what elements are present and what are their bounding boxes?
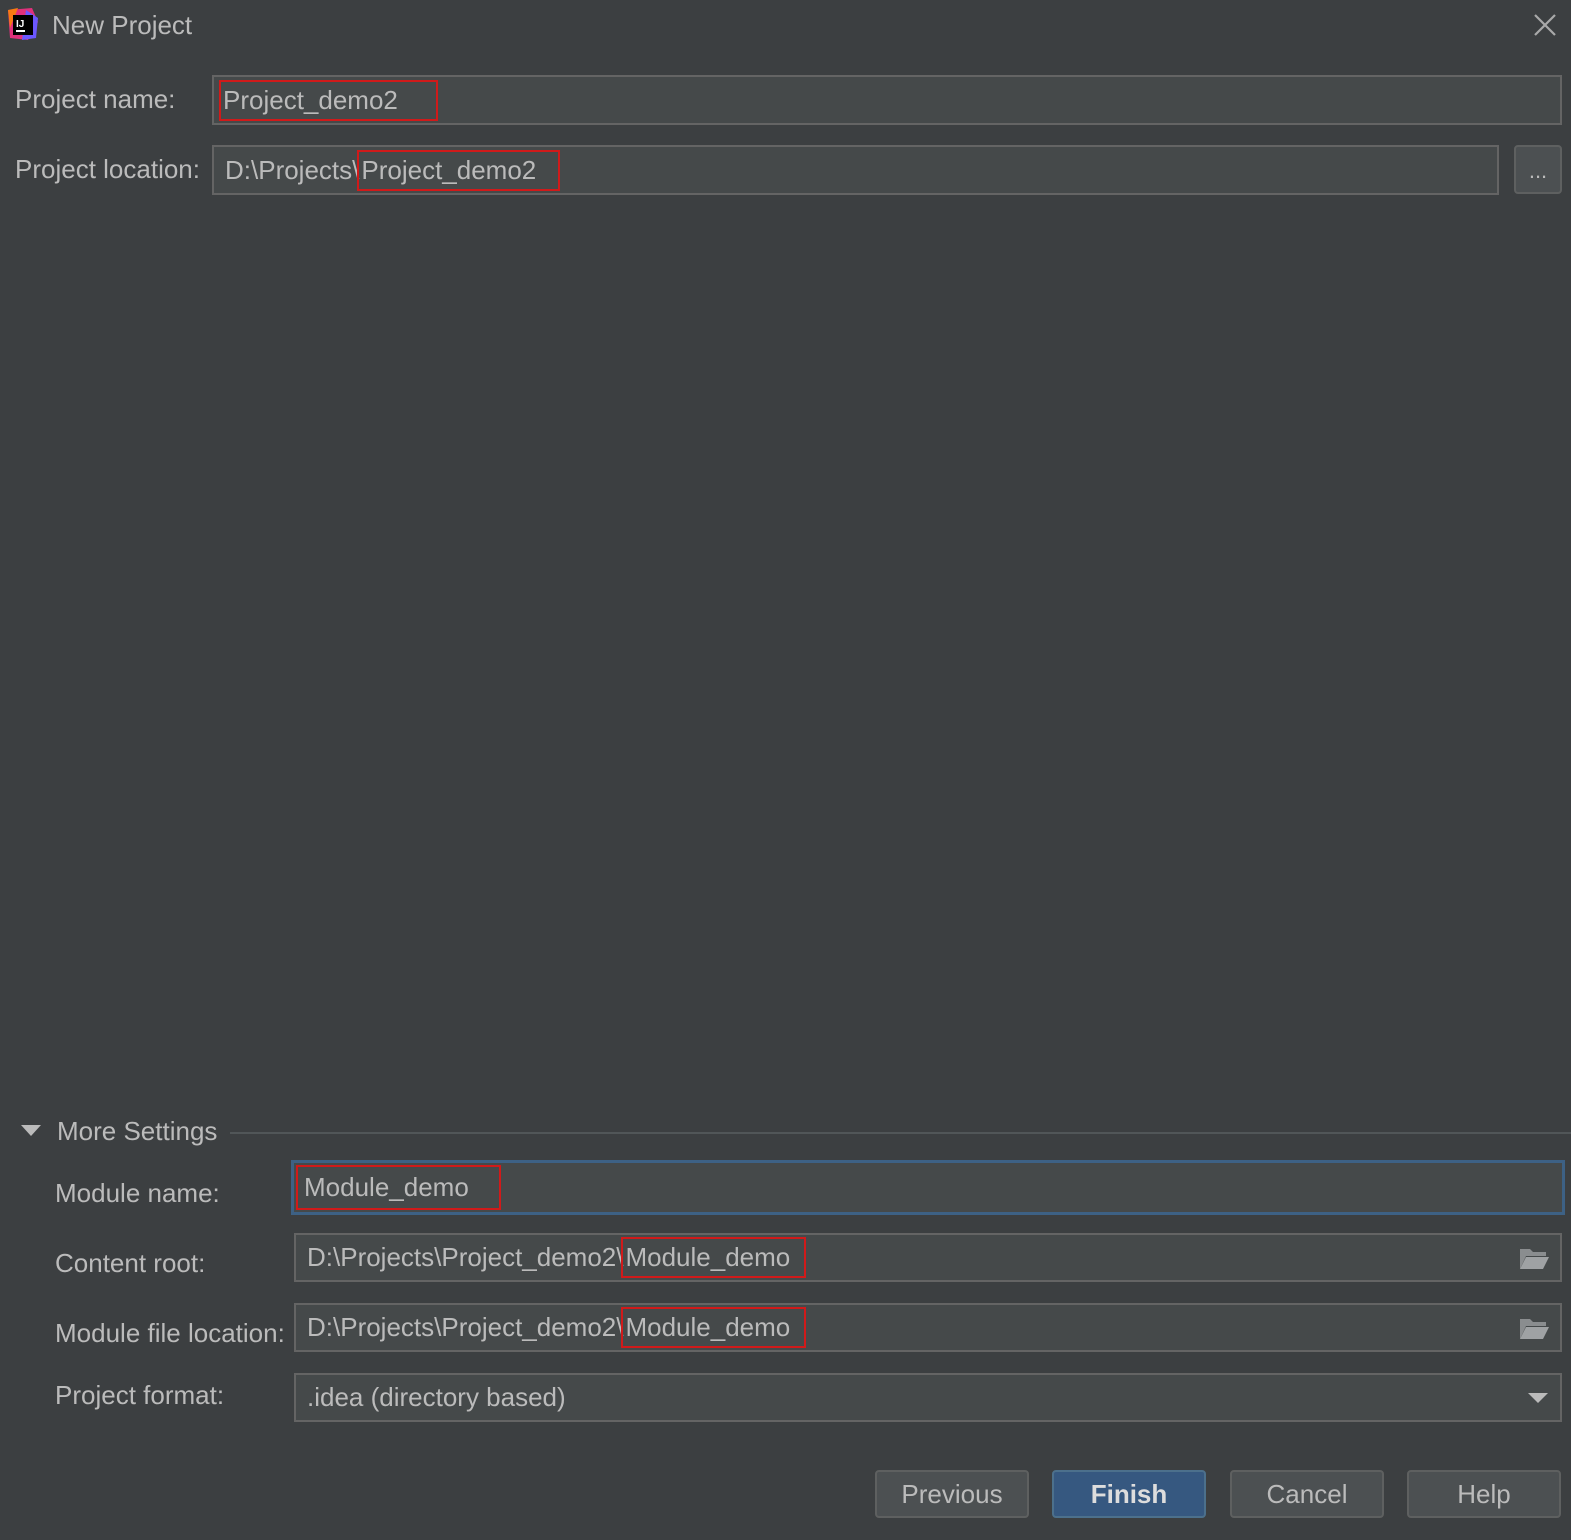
more-settings-separator: [230, 1132, 1571, 1134]
project-format-value: .idea (directory based): [307, 1382, 566, 1412]
svg-text:IJ: IJ: [16, 19, 24, 30]
folder-icon[interactable]: [1518, 1314, 1550, 1342]
project-name-value: Project_demo2: [219, 79, 438, 121]
project-name-label: Project name:: [15, 84, 176, 114]
project-location-label: Project location:: [15, 154, 200, 184]
module-file-location-prefix: D:\Projects\Project_demo2\: [307, 1312, 624, 1342]
module-name-input[interactable]: Module_demo: [291, 1160, 1565, 1215]
project-location-input[interactable]: D:\Projects\ Project_demo2: [212, 145, 1499, 195]
project-location-suffix: Project_demo2: [357, 149, 561, 191]
project-format-select[interactable]: .idea (directory based): [294, 1373, 1562, 1422]
module-file-location-suffix: Module_demo: [621, 1307, 807, 1348]
module-name-label: Module name:: [55, 1178, 220, 1208]
module-file-location-label: Module file location:: [55, 1318, 285, 1348]
help-button[interactable]: Help: [1407, 1470, 1561, 1518]
content-root-prefix: D:\Projects\Project_demo2\: [307, 1242, 624, 1272]
content-root-input[interactable]: D:\Projects\Project_demo2\ Module_demo: [294, 1233, 1562, 1282]
more-settings-toggle[interactable]: More Settings: [57, 1116, 217, 1147]
browse-button[interactable]: ...: [1514, 145, 1562, 194]
triangle-down-icon[interactable]: [20, 1122, 42, 1138]
folder-icon[interactable]: [1518, 1244, 1550, 1272]
content-root-suffix: Module_demo: [621, 1237, 807, 1278]
content-root-label: Content root:: [55, 1248, 206, 1278]
cancel-button[interactable]: Cancel: [1230, 1470, 1384, 1518]
project-location-prefix: D:\Projects\: [225, 154, 360, 185]
title-bar: IJ New Project: [0, 0, 1571, 54]
project-name-input[interactable]: Project_demo2: [212, 75, 1562, 125]
module-file-location-input[interactable]: D:\Projects\Project_demo2\ Module_demo: [294, 1303, 1562, 1352]
project-format-label: Project format:: [55, 1380, 225, 1410]
finish-button[interactable]: Finish: [1052, 1470, 1206, 1518]
intellij-app-icon: IJ: [8, 8, 38, 40]
previous-button[interactable]: Previous: [875, 1470, 1029, 1518]
module-name-value: Module_demo: [296, 1165, 501, 1210]
close-icon[interactable]: [1530, 10, 1560, 40]
chevron-down-icon[interactable]: [1526, 1389, 1550, 1405]
window-title: New Project: [52, 10, 193, 40]
